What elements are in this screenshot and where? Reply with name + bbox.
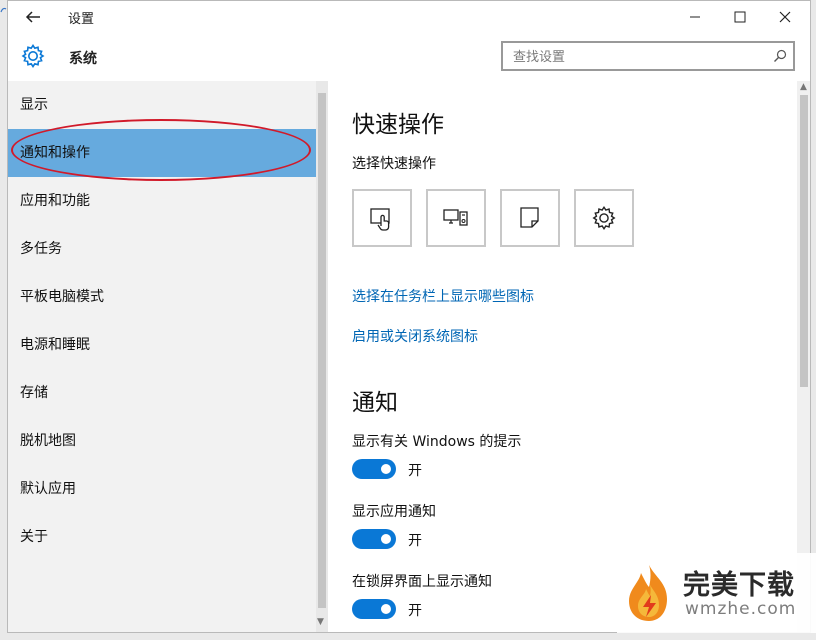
windows-tips-toggle[interactable]: [352, 459, 396, 479]
flame-logo-icon: [629, 565, 667, 621]
settings-gear-icon: [592, 205, 616, 231]
sidebar-item-default-apps[interactable]: 默认应用: [8, 465, 316, 513]
scroll-down-arrow-icon[interactable]: ▼: [317, 617, 324, 627]
quick-action-note[interactable]: [500, 189, 560, 247]
back-button[interactable]: [18, 5, 48, 29]
note-icon: [520, 207, 539, 228]
search-icon[interactable]: [773, 49, 787, 63]
sidebar-item-offline-maps[interactable]: 脱机地图: [8, 417, 316, 465]
app-notifications-label: 显示应用通知: [352, 504, 436, 520]
sidebar-item-power-sleep[interactable]: 电源和睡眠: [8, 321, 316, 369]
quick-actions-heading: 快速操作: [352, 112, 444, 138]
sidebar-item-about[interactable]: 关于: [8, 513, 316, 561]
windows-tips-state: 开: [408, 463, 422, 479]
page-header: 系统: [8, 33, 810, 81]
watermark-title: 完美下载: [683, 570, 795, 601]
main-content: 快速操作 选择快速操作 选择在任务栏上显示哪些图标 启用或关闭系统图标 通知 显…: [352, 81, 792, 632]
system-icons-link[interactable]: 启用或关闭系统图标: [352, 326, 478, 346]
scroll-up-arrow-icon[interactable]: ▲: [800, 82, 807, 92]
main-scrollbar-thumb[interactable]: [800, 95, 808, 387]
lockscreen-notifications-state: 开: [408, 603, 422, 619]
title-bar: 设置: [8, 1, 810, 33]
close-icon: [779, 11, 791, 23]
search-box[interactable]: [501, 41, 795, 71]
maximize-icon: [734, 11, 746, 23]
watermark-domain: wmzhe.com: [685, 599, 797, 619]
sidebar-item-apps-features[interactable]: 应用和功能: [8, 177, 316, 225]
back-arrow-icon: [25, 11, 40, 23]
sidebar-scrollbar-thumb[interactable]: [318, 93, 326, 608]
page-title: 系统: [69, 51, 97, 67]
maximize-button[interactable]: [717, 3, 763, 31]
watermark: 完美下载 wmzhe.com: [617, 553, 816, 633]
toggle-knob: [381, 534, 391, 544]
windows-tips-label: 显示有关 Windows 的提示: [352, 434, 522, 450]
system-gear-icon: [21, 44, 45, 68]
sidebar-item-multitasking[interactable]: 多任务: [8, 225, 316, 273]
settings-window: 设置 系统 显示 通知和操作 应用和功能: [7, 0, 811, 633]
tablet-mode-icon: [370, 208, 390, 231]
close-button[interactable]: [762, 3, 808, 31]
main-scrollbar[interactable]: ▲: [797, 81, 810, 632]
taskbar-icons-link[interactable]: 选择在任务栏上显示哪些图标: [352, 286, 534, 306]
app-notifications-state: 开: [408, 533, 422, 549]
sidebar-item-display[interactable]: 显示: [8, 81, 316, 129]
connect-display-icon: [443, 209, 468, 226]
minimize-button[interactable]: [672, 3, 718, 31]
sidebar-item-tablet-mode[interactable]: 平板电脑模式: [8, 273, 316, 321]
sidebar-item-notifications-actions[interactable]: 通知和操作: [8, 129, 316, 177]
quick-action-tablet-mode[interactable]: [352, 189, 412, 247]
minimize-icon: [690, 16, 700, 18]
notifications-heading: 通知: [352, 390, 398, 416]
sidebar-scrollbar[interactable]: ▼: [316, 81, 328, 632]
toggle-knob: [381, 604, 391, 614]
app-notifications-toggle[interactable]: [352, 529, 396, 549]
lockscreen-notifications-label: 在锁屏界面上显示通知: [352, 574, 492, 590]
search-input[interactable]: [511, 47, 765, 67]
window-edge-marker: [0, 0, 7, 13]
window-title: 设置: [68, 12, 95, 27]
quick-actions-sublabel: 选择快速操作: [352, 156, 436, 172]
quick-action-connect[interactable]: [426, 189, 486, 247]
sidebar-item-storage[interactable]: 存储: [8, 369, 316, 417]
toggle-knob: [381, 464, 391, 474]
sidebar: 显示 通知和操作 应用和功能 多任务 平板电脑模式 电源和睡眠 存储 脱机地图 …: [8, 81, 316, 632]
lockscreen-notifications-toggle[interactable]: [352, 599, 396, 619]
quick-action-all-settings[interactable]: [574, 189, 634, 247]
